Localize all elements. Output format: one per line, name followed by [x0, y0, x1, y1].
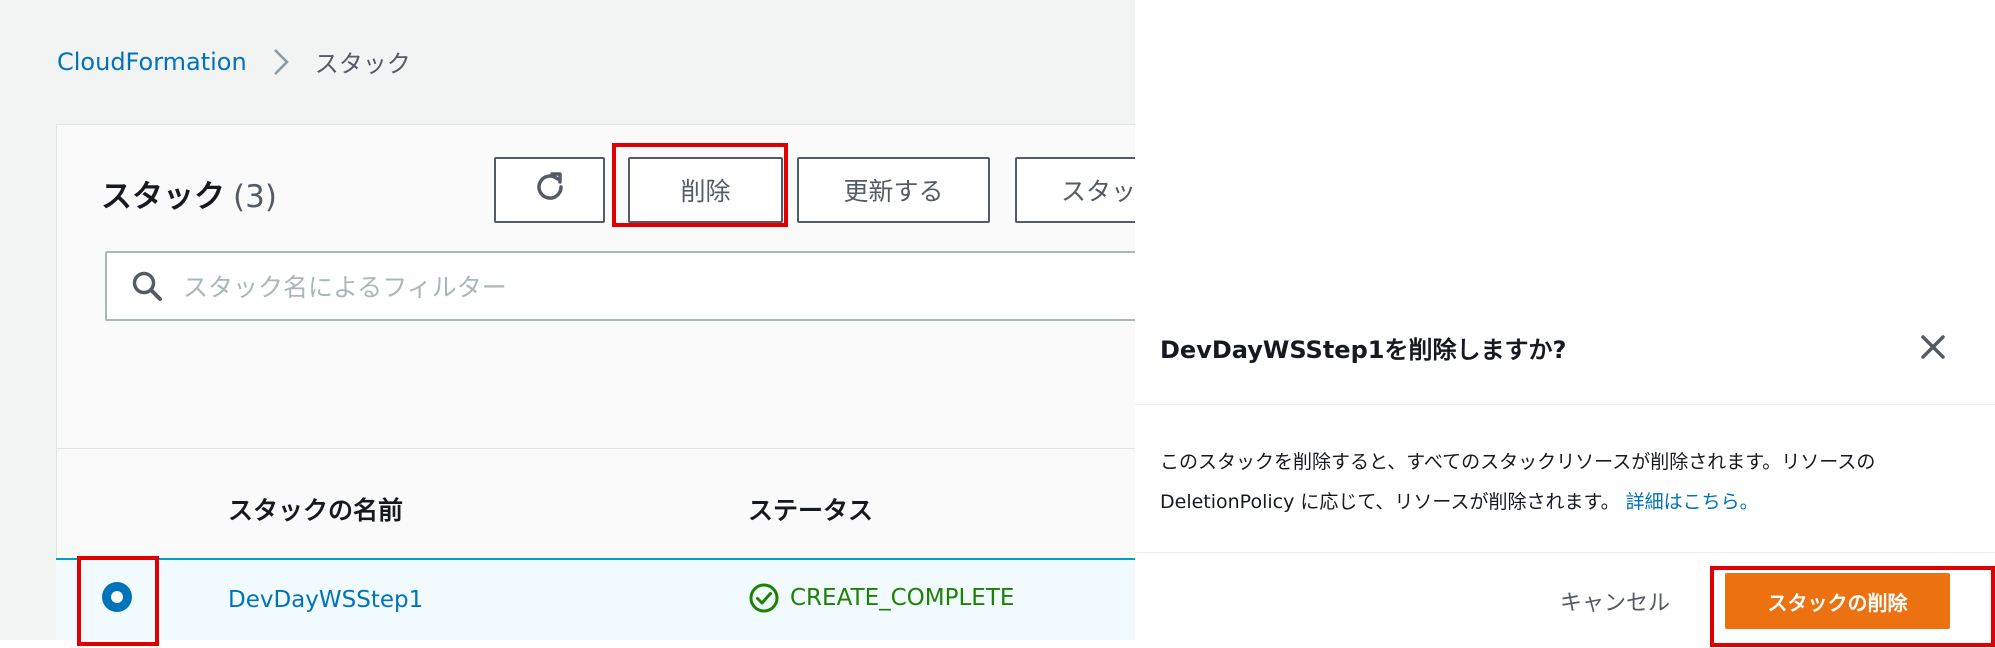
breadcrumb-cloudformation-link[interactable]: CloudFormation [57, 48, 247, 76]
search-placeholder: スタック名によるフィルター [183, 273, 507, 302]
column-header-stack-name[interactable]: スタックの名前 [228, 491, 403, 527]
modal-body-line2-wrap: DeletionPolicy に応じて、リソースが削除されます。 詳細はこちら。 [1160, 482, 1980, 522]
cancel-button[interactable]: キャンセル [1560, 585, 1670, 617]
refresh-button[interactable] [494, 157, 605, 223]
radio-highlight [77, 556, 159, 646]
page-title: スタック (3) [101, 171, 277, 216]
column-header-status[interactable]: ステータス [748, 491, 873, 527]
status-badge: CREATE_COMPLETE [748, 582, 1014, 614]
table-header: スタックの名前 ステータス [56, 448, 1135, 559]
close-icon[interactable] [1916, 330, 1950, 364]
confirm-button-highlight [1710, 566, 1995, 647]
modal-body-line1: このスタックを削除すると、すべてのスタックリソースが削除されます。リソースの [1160, 451, 1876, 473]
modal-header: DevDayWSStep1を削除しますか? [1135, 292, 1995, 405]
chevron-right-icon [273, 48, 289, 76]
page-title-text: スタック [101, 179, 225, 215]
refresh-icon [533, 170, 567, 210]
update-button[interactable]: 更新する [797, 157, 990, 223]
status-text: CREATE_COMPLETE [790, 585, 1015, 611]
modal-body: このスタックを削除すると、すべてのスタックリソースが削除されます。リソースの D… [1160, 442, 1980, 522]
stack-count: (3) [233, 179, 277, 215]
delete-button-highlight [612, 143, 788, 227]
stack-name-link[interactable]: DevDayWSStep1 [228, 587, 423, 613]
modal-body-line2: DeletionPolicy に応じて、リソースが削除されます。 [1160, 491, 1620, 513]
search-icon [131, 270, 163, 302]
table-row[interactable]: DevDayWSStep1 CREATE_COMPLETE [56, 558, 1135, 640]
search-input[interactable]: スタック名によるフィルター [105, 251, 1135, 321]
learn-more-link[interactable]: 詳細はこちら。 [1626, 491, 1759, 513]
check-circle-icon [749, 583, 779, 613]
breadcrumb: CloudFormation スタック [57, 44, 411, 79]
stack-actions-button[interactable]: スタッ [1015, 157, 1135, 223]
breadcrumb-current: スタック [314, 50, 411, 78]
modal-title: DevDayWSStep1を削除しますか? [1160, 336, 1567, 364]
stack-list-view: CloudFormation スタック スタック(3) 削除 更新する スタッ [0, 0, 1135, 640]
